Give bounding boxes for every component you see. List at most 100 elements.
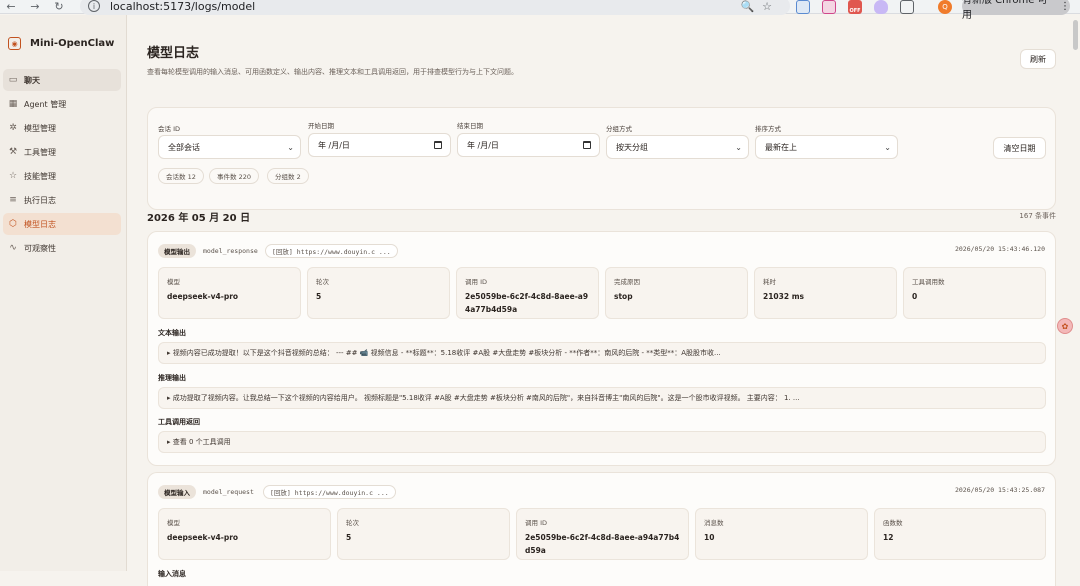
browser-toolbar: ← → ↻ i localhost:5173/logs/model 🔍☆ OFF…: [0, 0, 1080, 21]
stat-call-id: 调用 ID 2e5059be-6c2f-4c8d-8aee-a94a77b4d59…: [456, 267, 599, 319]
tool-calls-details[interactable]: ▸ 查看 0 个工具调用: [158, 431, 1046, 453]
sidebar-item-models[interactable]: ✲ 模型管理: [3, 117, 121, 139]
session-count-pill: 会话数 12: [158, 168, 204, 184]
end-date-input[interactable]: 年 /月/日: [457, 133, 600, 157]
scrollbar-thumb[interactable]: [1073, 20, 1078, 50]
stat-value: 5: [316, 292, 322, 301]
sidebar-item-chat[interactable]: ▭ 聊天: [3, 69, 121, 91]
stat-value: 5: [346, 533, 352, 542]
reload-icon[interactable]: ↻: [50, 0, 68, 14]
star-icon: ☆: [8, 171, 18, 181]
stat-label: 完成原因: [614, 278, 640, 286]
chevron-down-icon: ⌄: [735, 142, 742, 152]
replay-link[interactable]: [回放] https://www.douyin.c ...: [263, 485, 396, 499]
stat-label: 调用 ID: [465, 278, 487, 286]
stat-value: 0: [912, 292, 918, 301]
stat-value: deepseek-v4-pro: [167, 292, 239, 301]
stat-call-id: 调用 ID 2e5059be-6c2f-4c8d-8aee-a94a77b4d59…: [516, 508, 689, 560]
stat-finish-reason: 完成原因 stop: [605, 267, 748, 319]
floating-assistant-icon[interactable]: ✿: [1057, 318, 1073, 334]
sort-label: 排序方式: [755, 125, 781, 133]
chevron-down-icon: ⌄: [884, 142, 891, 152]
sort-select[interactable]: 最新在上 ⌄: [755, 135, 898, 159]
sidebar-item-label: 技能管理: [24, 171, 56, 181]
sidebar-item-model-logs[interactable]: ⬡ 模型日志: [3, 213, 121, 235]
start-date-value: 年 /月/日: [318, 140, 350, 150]
section-title: 文本输出: [158, 329, 186, 337]
extension-icon-3[interactable]: [874, 0, 888, 14]
extension-icon-1[interactable]: [796, 0, 810, 14]
sort-value: 最新在上: [765, 142, 797, 152]
stat-message-count: 消息数 10: [695, 508, 868, 560]
calendar-icon[interactable]: [434, 141, 442, 149]
day-event-count: 167 条事件: [1019, 212, 1056, 220]
url-text: localhost:5173/logs/model: [110, 0, 256, 13]
stat-label: 模型: [167, 519, 180, 527]
stat-value: 12: [883, 533, 894, 542]
sidebar-item-observability[interactable]: ∿ 可观察性: [3, 237, 121, 259]
sidebar-item-tools[interactable]: ⚒ 工具管理: [3, 141, 121, 163]
site-info-icon[interactable]: i: [88, 0, 100, 12]
refresh-button[interactable]: 刷新: [1020, 49, 1056, 69]
list-icon: ≡: [9, 195, 17, 205]
zoom-bookmark-icons[interactable]: 🔍☆: [740, 0, 780, 13]
calendar-icon[interactable]: [583, 141, 591, 149]
group-select[interactable]: 按天分组 ⌄: [606, 135, 749, 159]
stat-model: 模型 deepseek-v4-pro: [158, 508, 331, 560]
sidebar: ◉ Mini-OpenClaw ▭ 聊天 ▦ Agent 管理 ✲ 模型管理 ⚒ 工具管…: [0, 15, 127, 571]
group-value: 按天分组: [616, 142, 648, 152]
event-tag: 模型输出: [158, 244, 196, 258]
sidebar-item-label: 模型日志: [24, 219, 56, 229]
session-value: 全部会话: [168, 142, 200, 152]
address-bar[interactable]: i localhost:5173/logs/model 🔍☆: [80, 0, 790, 15]
off-badge: OFF: [849, 8, 861, 14]
session-label: 会话 ID: [158, 125, 180, 133]
chat-icon: ▭: [8, 75, 18, 85]
replay-link[interactable]: [回放] https://www.douyin.c ...: [265, 244, 398, 258]
extension-icon-off[interactable]: OFF: [848, 0, 862, 14]
claw-logo-icon: ◉: [8, 37, 21, 50]
section-title: 工具调用返回: [158, 418, 200, 426]
profile-avatar[interactable]: Q: [938, 0, 952, 14]
main-content: 模型日志 查看每轮模型调用的输入消息、可用函数定义、输出内容、推理文本和工具调用…: [128, 15, 1070, 586]
wrench-icon: ⚒: [8, 147, 18, 157]
stat-round: 轮次 5: [307, 267, 450, 319]
text-output-details[interactable]: ▸ 视频内容已成功提取！以下是这个抖音视频的总结： --- ## 📹 视频信息 …: [158, 342, 1046, 364]
stat-label: 调用 ID: [525, 519, 547, 527]
event-timestamp: 2026/05/20 15:43:25.087: [954, 486, 1045, 494]
log-card-response: 模型输出 model_response [回放] https://www.dou…: [147, 231, 1056, 466]
stat-model: 模型 deepseek-v4-pro: [158, 267, 301, 319]
event-kind: model_request: [203, 488, 254, 496]
stat-value: deepseek-v4-pro: [167, 533, 239, 542]
page-description: 查看每轮模型调用的输入消息、可用函数定义、输出内容、推理文本和工具调用返回，用于…: [147, 68, 518, 76]
clear-dates-button[interactable]: 清空日期: [993, 137, 1046, 159]
page-title: 模型日志: [147, 46, 200, 61]
sidebar-item-label: 模型管理: [24, 123, 56, 133]
end-date-value: 年 /月/日: [467, 140, 499, 150]
forward-icon[interactable]: →: [26, 0, 44, 14]
reasoning-output-details[interactable]: ▸ 成功提取了视频内容。让我总结一下这个视频的内容给用户。 视频标题是"5.18…: [158, 387, 1046, 409]
pulse-icon: ∿: [9, 243, 17, 253]
sidebar-item-exec-logs[interactable]: ≡ 执行日志: [3, 189, 121, 211]
update-chrome-button[interactable]: 有新版 Chrome 可用 ⋮: [962, 0, 1070, 21]
stat-label: 工具调用数: [912, 278, 945, 286]
brand-name: Mini-OpenClaw: [30, 38, 115, 49]
sidebar-item-agents[interactable]: ▦ Agent 管理: [3, 93, 121, 115]
event-timestamp: 2026/05/20 15:43:46.120: [954, 245, 1045, 253]
start-date-input[interactable]: 年 /月/日: [308, 133, 451, 157]
session-select[interactable]: 全部会话 ⌄: [158, 135, 301, 159]
end-date-label: 结束日期: [457, 122, 483, 130]
puzzle-icon[interactable]: [900, 0, 914, 14]
extension-icon-2[interactable]: [822, 0, 836, 14]
event-count-pill: 事件数 220: [209, 168, 259, 184]
sidebar-item-skills[interactable]: ☆ 技能管理: [3, 165, 121, 187]
back-icon[interactable]: ←: [2, 0, 20, 14]
stat-label: 轮次: [346, 519, 359, 527]
stat-duration: 耗时 21032 ms: [754, 267, 897, 319]
sidebar-item-label: 聊天: [24, 75, 40, 85]
grid-icon: ▦: [8, 99, 18, 109]
brand[interactable]: ◉ Mini-OpenClaw: [8, 37, 114, 50]
sparkle-icon: ✲: [9, 123, 17, 133]
stat-value: 2e5059be-6c2f-4c8d-8aee-a94a77b4d59a: [465, 292, 589, 314]
stat-round: 轮次 5: [337, 508, 510, 560]
